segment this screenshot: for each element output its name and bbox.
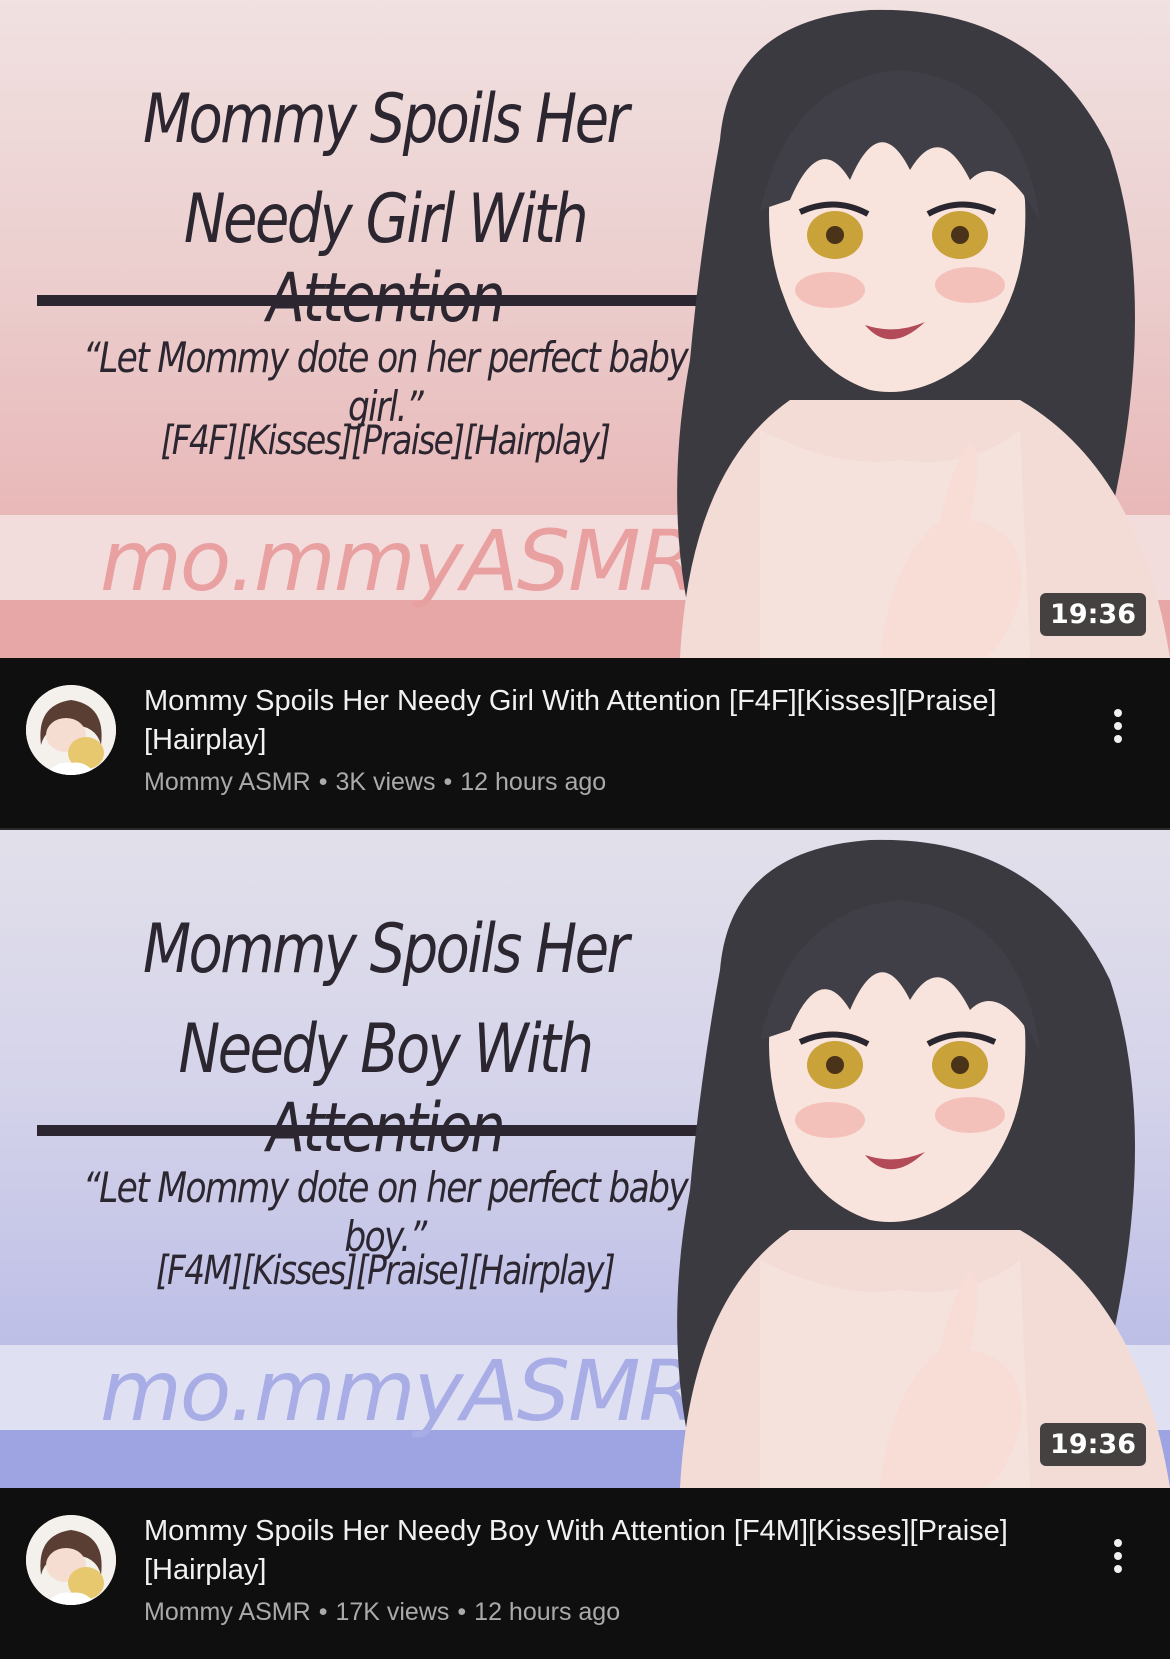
video-thumbnail[interactable]: Mommy Spoils Her Needy Boy With Attentio… [0,830,1170,1488]
video-title[interactable]: Mommy Spoils Her Needy Girl With Attenti… [144,682,1084,760]
view-count: 17K views [335,1598,450,1626]
avatar-illustration [26,1515,116,1605]
thumbnail-title-line-2: Needy Girl With Attention [183,180,589,338]
video-card[interactable]: Mommy Spoils Her Needy Boy With Attentio… [0,830,1170,1659]
video-title[interactable]: Mommy Spoils Her Needy Boy With Attentio… [144,1512,1084,1590]
thumbnail-tags: [F4M][Kisses][Praise][Hairplay] [155,1248,616,1294]
meta-separator: • [443,768,453,796]
view-count: 3K views [335,768,436,796]
video-card[interactable]: Mommy Spoils Her Needy Girl With Attenti… [0,0,1170,830]
thumbnail-tags: [F4F][Kisses][Praise][Hairplay] [160,418,611,464]
anime-character-illustration [677,839,1170,1488]
thumbnail-title-line-1: Mommy Spoils Her [142,80,630,159]
channel-name[interactable]: Mommy ASMR [144,1598,311,1626]
meta-separator: • [318,768,328,796]
more-options-button[interactable] [1090,698,1146,754]
upload-age: 12 hours ago [474,1598,621,1626]
duration-badge: 19:36 [1040,593,1146,636]
thumbnail-title-line-2: Needy Boy With Attention [178,1010,594,1168]
upload-age: 12 hours ago [460,768,607,796]
meta-separator: • [318,1598,328,1626]
channel-avatar[interactable] [26,1515,116,1605]
thumbnail-brand: mo.mmyASMR [100,512,697,610]
avatar-illustration [26,685,116,775]
anime-character-illustration [677,9,1170,658]
more-vertical-icon [1114,1539,1122,1573]
thumbnail-brand: mo.mmyASMR [100,1342,697,1440]
more-vertical-icon [1114,709,1122,743]
thumbnail-title-line-1: Mommy Spoils Her [142,910,630,989]
channel-name[interactable]: Mommy ASMR [144,768,311,796]
video-metadata: Mommy ASMR • 3K views • 12 hours ago [144,768,606,797]
video-thumbnail[interactable]: Mommy Spoils Her Needy Girl With Attenti… [0,0,1170,658]
duration-badge: 19:36 [1040,1423,1146,1466]
thumbnail-rule [37,1125,731,1136]
video-info: Mommy Spoils Her Needy Girl With Attenti… [0,658,1170,828]
thumbnail-rule [37,295,731,306]
video-metadata: Mommy ASMR • 17K views • 12 hours ago [144,1598,620,1627]
thumbnail-quote: “Let Mommy dote on her perfect baby boy.… [82,1163,689,1261]
video-info: Mommy Spoils Her Needy Boy With Attentio… [0,1488,1170,1658]
meta-separator: • [457,1598,467,1626]
more-options-button[interactable] [1090,1528,1146,1584]
thumbnail-quote: “Let Mommy dote on her perfect baby girl… [82,333,689,431]
channel-avatar[interactable] [26,685,116,775]
video-feed: Mommy Spoils Her Needy Girl With Attenti… [0,0,1170,1659]
